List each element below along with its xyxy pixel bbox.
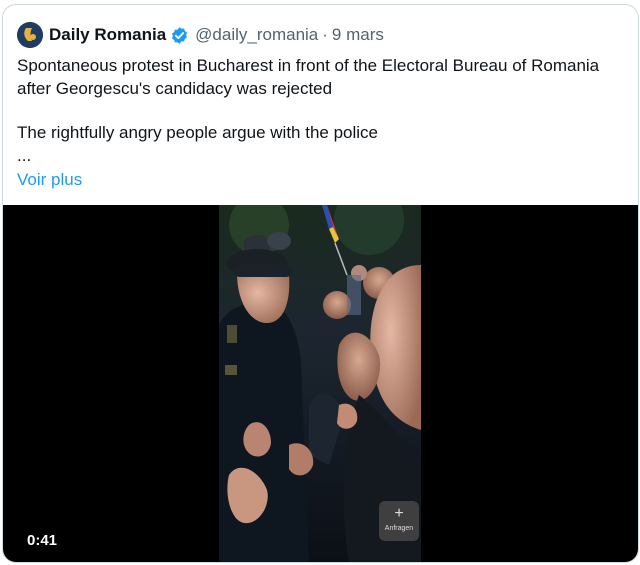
avatar-logo bbox=[17, 22, 43, 48]
author-name[interactable]: Daily Romania bbox=[49, 25, 166, 45]
add-request-button[interactable]: + Anfragen bbox=[379, 501, 419, 541]
add-request-label: Anfragen bbox=[384, 525, 414, 532]
tweet-line-3: The rightfully angry people argue with t… bbox=[17, 123, 378, 142]
show-more-link[interactable]: Voir plus bbox=[17, 169, 82, 192]
tweet-line-1: Spontaneous protest in Bucharest in fron… bbox=[17, 56, 600, 75]
tweet-date[interactable]: 9 mars bbox=[332, 25, 384, 45]
avatar[interactable] bbox=[17, 22, 43, 48]
author-handle[interactable]: @daily_romania bbox=[195, 25, 318, 45]
tweet-line-2: after Georgescu's candidacy was rejected bbox=[17, 78, 333, 98]
separator-dot: · bbox=[322, 25, 328, 44]
tweet-text: Spontaneous protest in Bucharest in fron… bbox=[17, 55, 627, 192]
video-player[interactable]: 0:41 + Anfragen bbox=[3, 205, 638, 562]
plus-icon: + bbox=[394, 505, 404, 522]
tweet-card[interactable]: Daily Romania @daily_romania · 9 mars Sp… bbox=[2, 4, 639, 563]
tweet-ellipsis: ... bbox=[17, 145, 32, 165]
verified-badge-icon bbox=[172, 26, 188, 44]
video-duration: 0:41 bbox=[23, 530, 62, 551]
tweet-header: Daily Romania @daily_romania · 9 mars bbox=[17, 19, 384, 51]
